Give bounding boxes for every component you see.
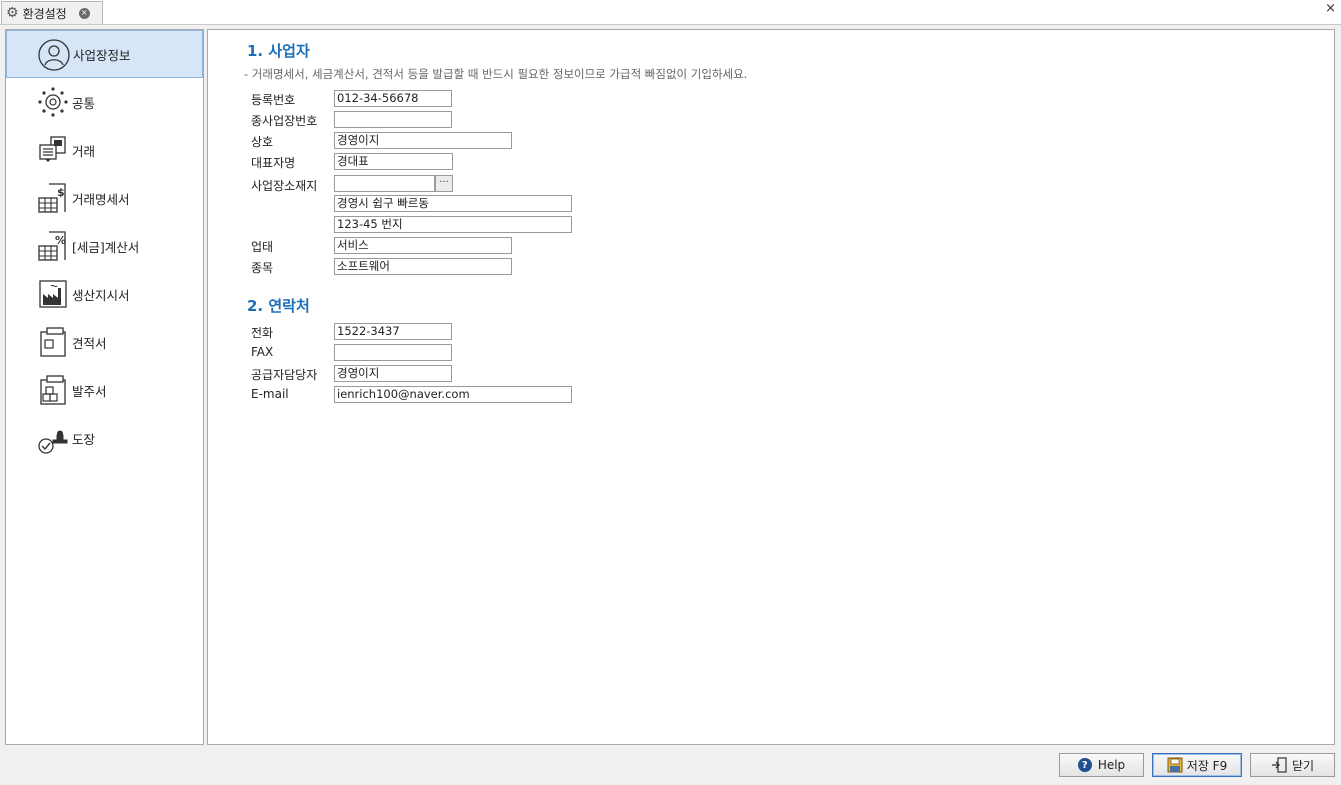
phone-label: 전화 — [251, 326, 274, 340]
sidebar-item-label: 도장 — [72, 431, 96, 447]
svg-text:%: % — [55, 234, 66, 247]
sidebar-item-label: 공통 — [72, 95, 96, 111]
clipboard-icon — [36, 325, 70, 359]
address-search-button[interactable]: ··· — [435, 175, 453, 192]
manager-label: 공급자담당자 — [251, 368, 318, 382]
close-button[interactable]: 닫기 — [1250, 753, 1335, 777]
tab-title: 환경설정 — [22, 6, 67, 21]
window-close-button[interactable]: × — [1325, 1, 1336, 16]
sidebar-item-label: 발주서 — [72, 383, 107, 399]
reg-no-label: 등록번호 — [251, 93, 296, 107]
biz-item-field[interactable]: 소프트웨어 — [334, 258, 512, 275]
sidebar-item-quote[interactable]: 견적서 — [6, 318, 203, 366]
tab-bar: ⚙ 환경설정 × × — [0, 0, 1341, 25]
save-icon — [1167, 757, 1183, 773]
biz-type-label: 업태 — [251, 240, 274, 254]
address-label: 사업장소재지 — [251, 179, 318, 193]
sidebar-item-stamp[interactable]: 도장 — [6, 414, 203, 462]
exit-door-icon — [1271, 757, 1287, 773]
tab-settings[interactable]: ⚙ 환경설정 × — [1, 1, 103, 24]
factory-icon — [36, 277, 70, 311]
settings-sidebar: 사업장정보 공통 거래 $ 거래명세서 % [세금]계산서 생산지시서 견적서 … — [5, 29, 204, 745]
company-field[interactable]: 경영이지 — [334, 132, 512, 149]
svg-text:$: $ — [57, 186, 65, 199]
company-label: 상호 — [251, 135, 274, 149]
dollar-sheet-icon: $ — [36, 181, 70, 215]
sub-no-field[interactable] — [334, 111, 452, 128]
user-circle-icon — [37, 38, 71, 72]
help-button[interactable]: ? Help — [1059, 753, 1144, 777]
close-button-label: 닫기 — [1291, 758, 1315, 773]
document-stack-icon — [36, 133, 70, 167]
sidebar-item-transaction[interactable]: 거래 — [6, 126, 203, 174]
sidebar-item-label: 거래명세서 — [72, 191, 130, 207]
sidebar-item-common[interactable]: 공통 — [6, 78, 203, 126]
ceo-field[interactable]: 경대표 — [334, 153, 453, 170]
ceo-label: 대표자명 — [251, 156, 296, 170]
section-title-contact: 2. 연락처 — [247, 297, 310, 315]
sidebar-item-business-info[interactable]: 사업장정보 — [6, 30, 203, 78]
fax-field[interactable] — [334, 344, 452, 361]
help-button-label: Help — [1097, 758, 1126, 772]
email-label: E-mail — [251, 387, 289, 401]
sidebar-item-label: 거래 — [72, 143, 96, 159]
sidebar-item-label: 견적서 — [72, 335, 107, 351]
manager-field[interactable]: 경영이지 — [334, 365, 452, 382]
phone-field[interactable]: 1522-3437 — [334, 323, 452, 340]
sidebar-item-label: 생산지시서 — [72, 287, 130, 303]
help-icon: ? — [1077, 758, 1092, 772]
sidebar-item-production-order[interactable]: 생산지시서 — [6, 270, 203, 318]
sun-gear-icon — [36, 85, 70, 119]
save-button[interactable]: 저장 F9 — [1152, 753, 1242, 777]
address-line2-field[interactable]: 123-45 번지 — [334, 216, 572, 233]
email-field[interactable]: ienrich100@naver.com — [334, 386, 572, 403]
sidebar-item-tax-invoice[interactable]: % [세금]계산서 — [6, 222, 203, 270]
biz-type-field[interactable]: 서비스 — [334, 237, 512, 254]
save-button-label: 저장 F9 — [1186, 758, 1228, 773]
section-description: - 거래명세서, 세금계산서, 견적서 등을 발급할 때 반드시 필요한 정보이… — [244, 67, 748, 81]
tab-close-icon[interactable]: × — [78, 7, 90, 19]
address-line1-field[interactable]: 경영시 쉽구 빠르동 — [334, 195, 572, 212]
sidebar-item-purchase-order[interactable]: 발주서 — [6, 366, 203, 414]
gear-icon: ⚙ — [6, 5, 19, 21]
sub-no-label: 종사업장번호 — [251, 114, 318, 128]
sidebar-item-label: 사업장정보 — [73, 47, 131, 63]
boxes-clipboard-icon — [36, 373, 70, 407]
percent-sheet-icon: % — [36, 229, 70, 263]
reg-no-field[interactable]: 012-34-56678 — [334, 90, 452, 107]
section-title-business: 1. 사업자 — [247, 42, 310, 60]
stamp-icon — [36, 421, 70, 455]
sidebar-item-label: [세금]계산서 — [72, 239, 140, 255]
biz-item-label: 종목 — [251, 261, 274, 275]
sidebar-item-statement[interactable]: $ 거래명세서 — [6, 174, 203, 222]
fax-label: FAX — [251, 345, 274, 359]
settings-content: 1. 사업자 - 거래명세서, 세금계산서, 견적서 등을 발급할 때 반드시 … — [207, 29, 1335, 745]
postcode-field[interactable] — [334, 175, 435, 192]
